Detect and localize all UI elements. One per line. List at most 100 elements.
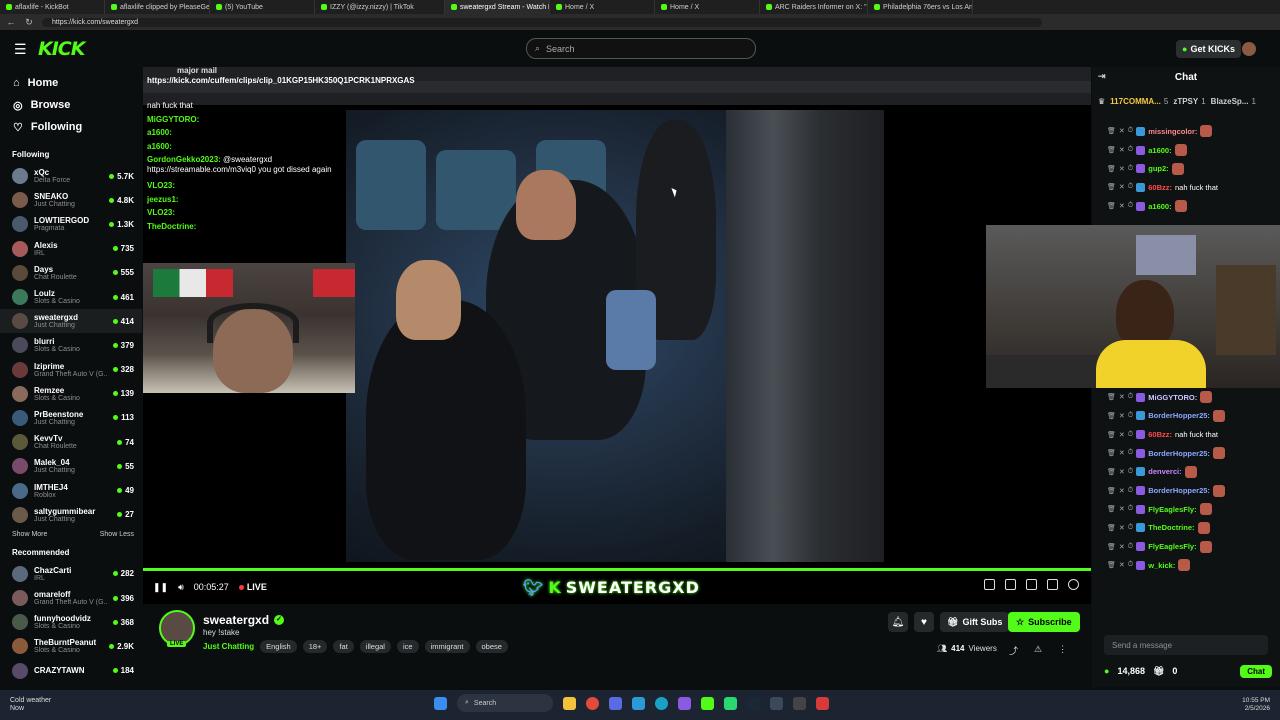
chat-username[interactable]: BorderHopper25: [1148, 486, 1210, 495]
chat-username[interactable]: FlyEaglesFly: [1148, 505, 1196, 514]
timeout-icon[interactable]: ⏱︎ [1128, 127, 1133, 135]
notification-bell-button[interactable]: 🔔︎ [888, 612, 908, 632]
pip-icon[interactable] [1026, 579, 1037, 590]
chat-username[interactable]: w_kick: [1148, 561, 1175, 570]
report-icon[interactable]: ⚠ [1034, 644, 1042, 657]
channel-item[interactable]: sweatergxd Just Chatting 414 [0, 309, 142, 334]
ban-icon[interactable]: ✕ [1119, 202, 1125, 210]
windows-start-icon[interactable] [434, 696, 447, 710]
channel-item[interactable]: xQc Delta Force 5.7K [0, 164, 142, 188]
delete-icon[interactable]: 🗑︎ [1107, 449, 1116, 457]
browser-tab[interactable]: aflaxlife - KickBot [0, 0, 105, 14]
browser-tab[interactable]: sweatergxd Stream - Watch L [445, 0, 550, 14]
browser-tab[interactable]: IZZY (@izzy.nizzy) | TikTok [315, 0, 445, 14]
stream-tag[interactable]: ice [396, 640, 419, 653]
chat-username[interactable]: 60Bzz: [1148, 183, 1172, 192]
ban-icon[interactable]: ✕ [1119, 561, 1125, 569]
channel-item[interactable]: IMTHEJ4 Roblox 49 [0, 478, 142, 502]
browser-tab[interactable]: (5) YouTube [210, 0, 315, 14]
channel-item[interactable]: KevvTv Chat Roulette 74 [0, 430, 142, 454]
reload-icon[interactable]: ↻ [24, 17, 34, 28]
app-icon[interactable] [609, 696, 622, 710]
app-icon[interactable] [678, 696, 691, 710]
theater-mode-icon[interactable] [1005, 579, 1016, 590]
progress-bar[interactable] [143, 568, 1091, 571]
timeout-icon[interactable]: ⏱︎ [1128, 183, 1133, 191]
back-icon[interactable]: ← [6, 17, 16, 27]
delete-icon[interactable]: 🗑︎ [1107, 468, 1116, 476]
channel-item[interactable]: TheBurntPeanut Slots & Casino 2.9K [0, 634, 142, 658]
delete-icon[interactable]: 🗑︎ [1107, 561, 1116, 569]
timeout-icon[interactable]: ⏱︎ [1128, 487, 1133, 495]
chrome-icon[interactable] [586, 696, 599, 710]
timeout-icon[interactable]: ⏱︎ [1128, 431, 1133, 439]
url-field[interactable]: https://kick.com/sweatergxd [42, 17, 1042, 27]
channel-item[interactable]: funnyhoodvidz Slots & Casino 368 [0, 610, 142, 634]
settings-icon[interactable] [1068, 579, 1079, 590]
gifter-entry[interactable]: zTPSY 1 [1173, 97, 1205, 106]
timeout-icon[interactable]: ⏱︎ [1128, 202, 1133, 210]
browser-tab[interactable]: Home / X [655, 0, 760, 14]
channel-item[interactable]: Alexis IRL 735 [0, 237, 142, 261]
menu-icon[interactable]: ☰ [14, 41, 28, 58]
ban-icon[interactable]: ✕ [1119, 127, 1125, 135]
volume-icon[interactable]: 🔊︎ [178, 582, 184, 593]
chat-username[interactable]: denverci: [1148, 467, 1181, 476]
timeout-icon[interactable]: ⏱︎ [1128, 505, 1133, 513]
chat-username[interactable]: missingcolor: [1148, 127, 1197, 136]
channel-item[interactable]: LOWTIERGOD Pragmata 1.3K [0, 212, 142, 236]
chat-username[interactable]: a1600: [1148, 202, 1171, 211]
chat-input[interactable]: Send a message [1104, 635, 1268, 655]
delete-icon[interactable]: 🗑︎ [1107, 127, 1116, 135]
more-icon[interactable]: ⋮ [1058, 644, 1067, 657]
timeout-icon[interactable]: ⏱︎ [1128, 393, 1133, 401]
channel-item[interactable]: Iziprime Grand Theft Auto V (G... 328 [0, 358, 142, 382]
gifter-entry[interactable]: 117COMMA... 5 [1110, 97, 1168, 106]
browser-tab[interactable]: Home / X [550, 0, 655, 14]
chat-username[interactable]: BorderHopper25: [1148, 411, 1210, 420]
channel-item[interactable]: Malek_04 Just Chatting 55 [0, 454, 142, 478]
stream-tag[interactable]: fat [333, 640, 354, 653]
file-explorer-icon[interactable] [563, 696, 576, 710]
chat-username[interactable]: gup2: [1148, 164, 1168, 173]
ban-icon[interactable]: ✕ [1119, 487, 1125, 495]
search-input[interactable]: ⌕ Search [526, 38, 756, 59]
edge-icon[interactable] [655, 696, 668, 710]
stream-tag[interactable]: English [260, 640, 297, 653]
ban-icon[interactable]: ✕ [1119, 393, 1125, 401]
ban-icon[interactable]: ✕ [1119, 468, 1125, 476]
gifter-entry[interactable]: BlazeSp... 1 [1211, 97, 1256, 106]
timeout-icon[interactable]: ⏱︎ [1128, 449, 1133, 457]
timeout-icon[interactable]: ⏱︎ [1128, 146, 1133, 154]
sidebar-nav-item[interactable]: ◎ Browse [0, 94, 142, 116]
app-icon[interactable] [632, 696, 645, 710]
delete-icon[interactable]: 🗑︎ [1107, 202, 1116, 210]
delete-icon[interactable]: 🗑︎ [1107, 505, 1116, 513]
ban-icon[interactable]: ✕ [1119, 146, 1125, 154]
channel-item[interactable]: saltygummibear Just Chatting 27 [0, 503, 142, 527]
pause-icon[interactable]: ❚❚ [153, 582, 168, 593]
chat-username[interactable]: BorderHopper25: [1148, 449, 1210, 458]
timeout-icon[interactable]: ⏱︎ [1128, 543, 1133, 551]
channel-item[interactable]: Remzee Slots & Casino 139 [0, 382, 142, 406]
ban-icon[interactable]: ✕ [1119, 505, 1125, 513]
collapse-chat-icon[interactable]: ⇥ [1098, 71, 1106, 82]
app-icon[interactable] [701, 696, 714, 710]
chat-username[interactable]: MiGGYTORO: [1148, 393, 1197, 402]
taskbar-clock[interactable]: 10:55 PM 2/5/2026 [1242, 697, 1270, 713]
send-chat-button[interactable]: Chat [1240, 664, 1272, 678]
ban-icon[interactable]: ✕ [1119, 524, 1125, 532]
steam-icon[interactable] [747, 696, 760, 710]
follow-heart-button[interactable]: ♥ [914, 612, 934, 632]
sidebar-nav-item[interactable]: ♡ Following [0, 116, 142, 138]
channel-item[interactable]: blurri Slots & Casino 379 [0, 333, 142, 357]
weather-widget[interactable]: Cold weather Now [10, 697, 51, 713]
channel-item[interactable]: Loulz Slots & Casino 461 [0, 285, 142, 309]
channel-item[interactable]: SNEAKO Just Chatting 4.8K [0, 188, 142, 212]
delete-icon[interactable]: 🗑︎ [1107, 183, 1116, 191]
channel-item[interactable]: Days Chat Roulette 555 [0, 261, 142, 285]
app-icon[interactable] [816, 696, 829, 710]
ban-icon[interactable]: ✕ [1119, 449, 1125, 457]
ban-icon[interactable]: ✕ [1119, 543, 1125, 551]
delete-icon[interactable]: 🗑︎ [1107, 393, 1116, 401]
